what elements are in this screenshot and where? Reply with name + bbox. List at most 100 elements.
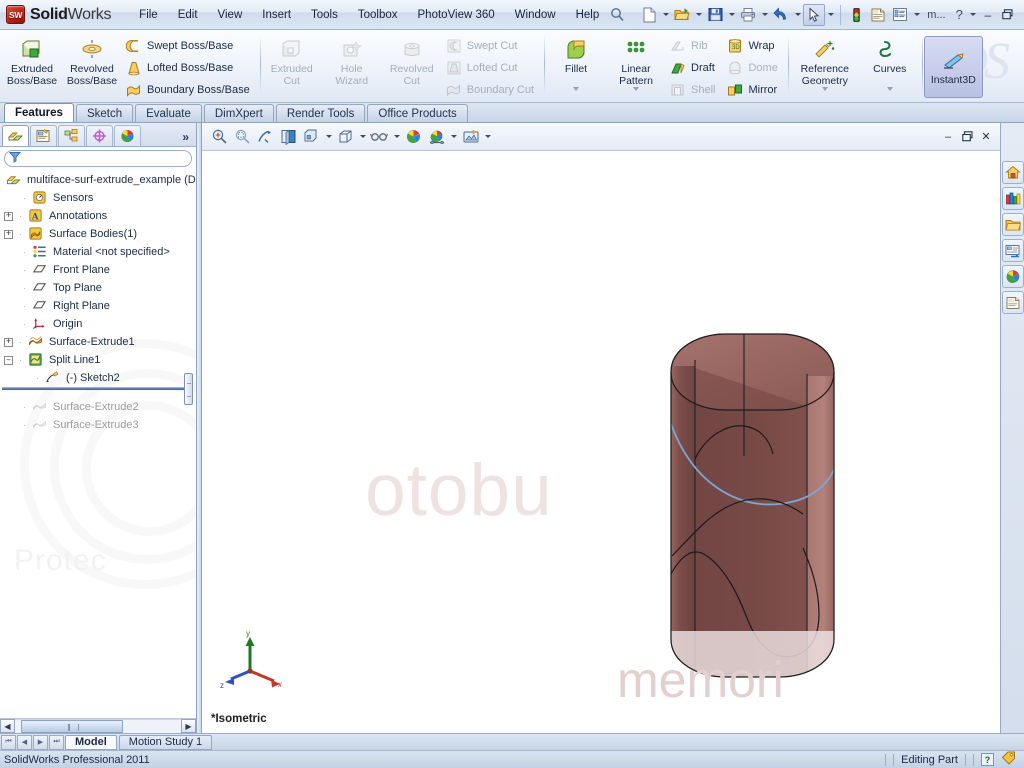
display-style-button[interactable] (334, 125, 357, 148)
menu-help[interactable]: Help (566, 3, 610, 27)
help-caret-icon[interactable] (968, 4, 979, 26)
scroll-left-button[interactable]: ◀ (0, 719, 15, 733)
overflow-label[interactable]: m... (922, 9, 950, 21)
open-document-caret-icon[interactable] (693, 4, 704, 26)
document-close-button[interactable]: ✕ (978, 129, 994, 145)
menu-edit[interactable]: Edit (168, 3, 208, 27)
tree-item-front-plane[interactable]: · Front Plane (2, 261, 196, 279)
appearances-button[interactable] (402, 125, 425, 148)
save-caret-icon[interactable] (726, 4, 737, 26)
fillet-caret-icon[interactable] (547, 86, 605, 91)
save-button[interactable] (704, 4, 726, 26)
configuration-manager-tab[interactable] (58, 125, 85, 146)
extruded-boss-base-button[interactable]: Extruded Boss/Base (2, 33, 62, 90)
tree-item-surface-extrude3[interactable]: · Surface-Extrude3 (2, 416, 196, 434)
curves-caret-icon[interactable] (861, 86, 919, 91)
tree-item-right-plane[interactable]: · Right Plane (2, 297, 196, 315)
instant3d-button[interactable]: Instant3D (923, 36, 983, 98)
expand-plus-icon[interactable]: + (4, 337, 13, 347)
previous-view-button[interactable] (254, 125, 277, 148)
tree-item-material[interactable]: · Material <not specified> (2, 243, 196, 261)
linear-pattern-button[interactable]: Linear Pattern (606, 33, 666, 86)
lofted-boss-base-button[interactable]: Lofted Boss/Base (122, 57, 258, 78)
select-button[interactable] (803, 3, 826, 26)
scroll-track[interactable] (15, 719, 181, 733)
close-button[interactable]: ✕ (1019, 6, 1024, 24)
expand-plus-icon[interactable]: + (4, 229, 13, 239)
tree-item-annotations[interactable]: + · A Annotations (2, 207, 196, 225)
design-library-button[interactable] (1001, 187, 1024, 210)
settings-button[interactable] (889, 4, 911, 26)
display-manager-tab[interactable] (114, 125, 141, 146)
tab-features[interactable]: Features (4, 103, 74, 122)
wrap-button[interactable]: 3D Wrap (723, 35, 785, 56)
undo-caret-icon[interactable] (792, 4, 803, 26)
view-orientation-caret-icon[interactable] (323, 126, 334, 148)
draft-button[interactable]: Draft (666, 57, 723, 78)
property-manager-tab[interactable] (30, 125, 57, 146)
options-button[interactable] (867, 4, 889, 26)
reference-geometry-dropdown[interactable] (790, 85, 860, 97)
fillet-dropdown[interactable] (546, 85, 606, 97)
document-minimize-button[interactable]: – (940, 129, 956, 145)
print-caret-icon[interactable] (759, 4, 770, 26)
custom-properties-button[interactable] (1001, 291, 1024, 314)
tree-item-surface-extrude1[interactable]: + · Surface-Extrude1 (2, 333, 196, 351)
reference-geometry-button[interactable]: Reference Geometry (790, 33, 860, 86)
new-document-caret-icon[interactable] (660, 4, 671, 26)
expand-plus-icon[interactable]: + (4, 211, 13, 221)
minimize-button[interactable]: – (979, 6, 997, 24)
solidworks-resources-button[interactable] (1001, 161, 1024, 184)
file-explorer-button[interactable] (1001, 213, 1024, 236)
tree-item-origin[interactable]: · Origin (2, 315, 196, 333)
hide-show-caret-icon[interactable] (391, 126, 402, 148)
feature-filter-input[interactable] (24, 152, 187, 165)
curves-button[interactable]: Curves (860, 33, 920, 85)
help-button[interactable]: ? (951, 7, 968, 22)
tree-item-sensors[interactable]: · Sensors (2, 189, 196, 207)
mirror-button[interactable]: Mirror (723, 79, 785, 100)
tree-item-sketch2[interactable]: · (-) Sketch2 (2, 369, 196, 387)
rebuild-button[interactable] (845, 4, 867, 26)
view-settings-caret-icon[interactable] (482, 126, 493, 148)
tag-icon[interactable] (1001, 751, 1016, 768)
menu-view[interactable]: View (208, 3, 253, 27)
document-restore-button[interactable] (959, 129, 975, 145)
scroll-thumb[interactable] (21, 720, 123, 733)
section-view-button[interactable] (277, 125, 300, 148)
view-orientation-button[interactable] (300, 125, 323, 148)
appearances-scenes-button[interactable] (1001, 265, 1024, 288)
feature-tree-tab[interactable] (2, 125, 29, 146)
boundary-boss-base-button[interactable]: Boundary Boss/Base (122, 79, 258, 100)
display-style-caret-icon[interactable] (357, 126, 368, 148)
curves-dropdown[interactable] (860, 85, 920, 97)
feature-filter-bar[interactable] (4, 150, 192, 167)
menu-tools[interactable]: Tools (301, 3, 348, 27)
viewport-canvas[interactable]: otobu memori y x z *Isometric (202, 151, 1000, 733)
status-help-icon[interactable]: ? (981, 753, 994, 766)
menu-file[interactable]: File (129, 3, 168, 27)
collapse-minus-icon[interactable]: – (4, 355, 13, 365)
zoom-to-fit-button[interactable] (208, 125, 231, 148)
tree-item-split-line1[interactable]: – · Split Line1 (2, 351, 196, 369)
nav-prev-button[interactable]: ◀ (17, 734, 32, 750)
open-document-button[interactable] (671, 4, 693, 26)
scene-caret-icon[interactable] (448, 126, 459, 148)
new-document-button[interactable] (638, 4, 660, 26)
undo-button[interactable] (770, 4, 792, 26)
revolved-boss-base-button[interactable]: Revolved Boss/Base (62, 33, 122, 90)
model-3d-view[interactable] (202, 151, 1000, 733)
feature-tree-hscrollbar[interactable]: ◀ ▶ (0, 718, 196, 733)
menu-toolbox[interactable]: Toolbox (348, 3, 408, 27)
view-settings-button[interactable] (459, 125, 482, 148)
tree-item-surface-extrude2[interactable]: · Surface-Extrude2 (2, 398, 196, 416)
nav-next-button[interactable]: ▶ (33, 734, 48, 750)
tree-item-top-plane[interactable]: · Top Plane (2, 279, 196, 297)
nav-first-button[interactable]: ⏮ (1, 734, 16, 750)
nav-last-button[interactable]: ⏭ (49, 734, 64, 750)
scene-button[interactable] (425, 125, 448, 148)
select-caret-icon[interactable] (825, 4, 836, 26)
tab-model[interactable]: Model (65, 734, 117, 750)
settings-caret-icon[interactable] (911, 4, 922, 26)
tab-sketch[interactable]: Sketch (75, 104, 134, 122)
